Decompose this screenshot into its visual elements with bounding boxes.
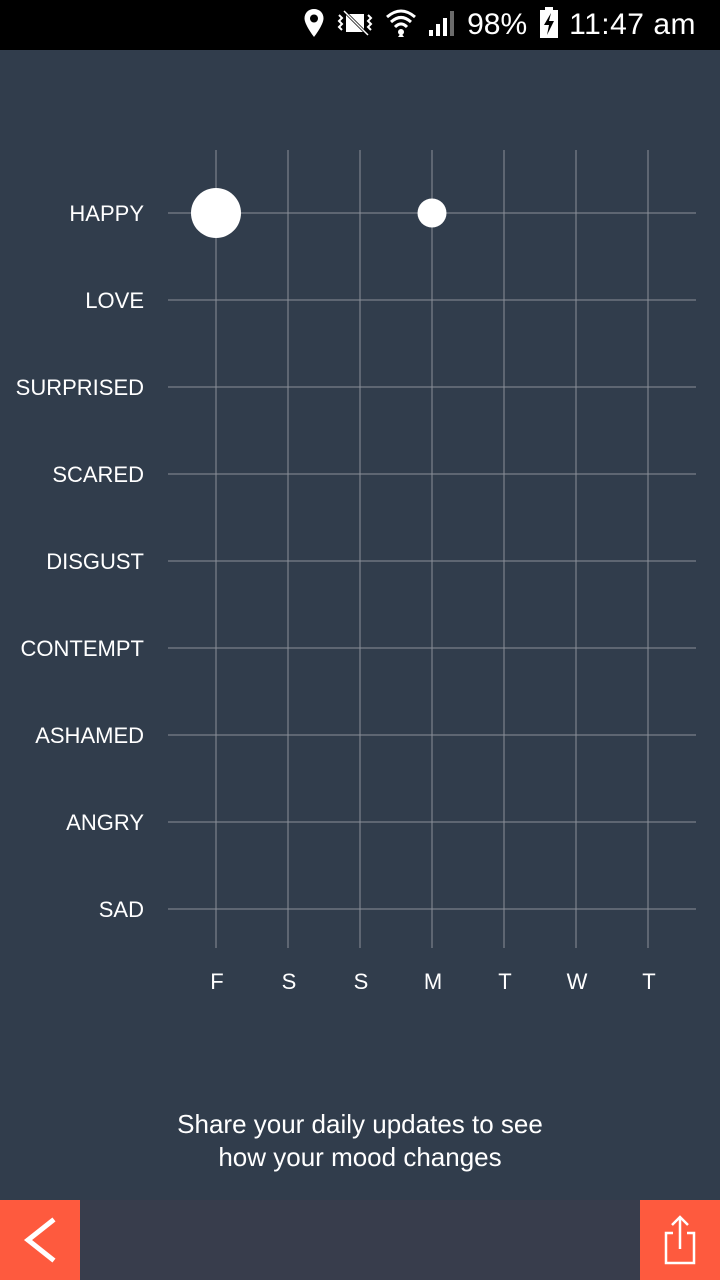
y-tick-label: HAPPY (69, 201, 144, 226)
location-icon (303, 8, 325, 43)
status-icons: 98% 11:47 am (303, 0, 696, 50)
y-tick-label: SURPRISED (16, 375, 144, 400)
x-tick-label: S (282, 969, 297, 994)
mood-chart-svg: HAPPY LOVE SURPRISED SCARED DISGUST CONTEMPT A… (16, 150, 696, 994)
x-tick-label: M (424, 969, 442, 994)
wifi-icon (385, 8, 417, 43)
chevron-left-icon (23, 1217, 56, 1263)
y-tick-label: SAD (99, 897, 144, 922)
x-tick-label: T (498, 969, 511, 994)
y-tick-label: DISGUST (46, 549, 144, 574)
x-tick-label: F (210, 969, 223, 994)
mood-chart: HAPPY LOVE SURPRISED SCARED DISGUST CONTEMPT A… (0, 50, 720, 1050)
x-tick-label: S (354, 969, 369, 994)
share-button[interactable] (640, 1200, 720, 1280)
x-tick-label: T (642, 969, 655, 994)
y-tick-label: ASHAMED (35, 723, 144, 748)
status-bar: 98% 11:47 am (0, 0, 720, 50)
bottom-bar (0, 1200, 720, 1280)
share-icon (664, 1215, 696, 1265)
y-tick-label: CONTEMPT (21, 636, 144, 661)
y-tick-label: SCARED (52, 462, 144, 487)
vibrate-icon (335, 8, 375, 43)
clock: 11:47 am (569, 8, 696, 41)
y-tick-label: ANGRY (66, 810, 144, 835)
signal-icon (427, 8, 457, 43)
mood-point (417, 198, 447, 228)
x-tick-label: W (567, 969, 588, 994)
mood-point (191, 188, 241, 238)
share-hint-line-1: Share your daily updates to see (177, 1109, 543, 1139)
share-hint-line-2: how your mood changes (218, 1142, 502, 1172)
share-hint: Share your daily updates to see how your… (0, 1108, 720, 1174)
back-button[interactable] (0, 1200, 80, 1280)
y-tick-label: LOVE (85, 288, 144, 313)
battery-percent: 98% (467, 8, 528, 41)
battery-charging-icon (539, 6, 559, 44)
